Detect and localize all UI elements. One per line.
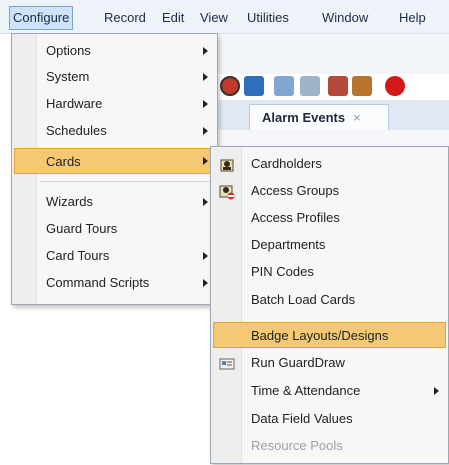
menu-item-schedules[interactable]: Schedules bbox=[14, 118, 215, 144]
submenu-arrow-icon bbox=[203, 279, 208, 287]
door-icon[interactable] bbox=[328, 76, 348, 96]
menu-item-pin-codes[interactable]: PIN Codes bbox=[213, 259, 446, 285]
tab-label: Alarm Events bbox=[262, 110, 346, 125]
menu-item-label: Batch Load Cards bbox=[251, 292, 356, 307]
menu-item-label: Data Field Values bbox=[251, 411, 353, 426]
guard-icon[interactable] bbox=[352, 76, 372, 96]
menu-item-guard-tours[interactable]: Guard Tours bbox=[14, 216, 215, 242]
menu-item-label: Wizards bbox=[46, 194, 93, 209]
menu-configure[interactable]: Configure bbox=[9, 6, 74, 30]
menu-item-hardware[interactable]: Hardware bbox=[14, 91, 215, 117]
cards-submenu: Cardholders Access Groups Access Profile… bbox=[210, 146, 449, 464]
menu-item-label: PIN Codes bbox=[251, 264, 314, 279]
menu-item-label: Access Groups bbox=[251, 183, 340, 198]
menu-view[interactable]: View bbox=[200, 9, 228, 27]
menu-item-label: Departments bbox=[251, 237, 326, 252]
menu-item-time-attendance[interactable]: Time & Attendance bbox=[213, 378, 446, 404]
menu-item-run-guarddraw[interactable]: Run GuardDraw bbox=[213, 350, 446, 376]
menu-item-command-scripts[interactable]: Command Scripts bbox=[14, 270, 215, 296]
tab-close-icon[interactable]: × bbox=[353, 110, 361, 125]
menu-bar: Configure Record Edit View Utilities Win… bbox=[0, 0, 449, 34]
menu-item-label: Access Profiles bbox=[251, 210, 340, 225]
menu-item-label: Schedules bbox=[46, 123, 107, 138]
submenu-arrow-icon bbox=[203, 198, 208, 206]
menu-item-cards[interactable]: Cards bbox=[14, 148, 215, 174]
clock-icon[interactable] bbox=[220, 76, 240, 96]
menu-utilities[interactable]: Utilities bbox=[247, 9, 289, 27]
menu-item-cardholders[interactable]: Cardholders bbox=[213, 151, 446, 177]
menu-item-label: Guard Tours bbox=[46, 221, 118, 236]
menu-item-options[interactable]: Options bbox=[14, 38, 215, 64]
menu-item-label: Time & Attendance bbox=[251, 383, 361, 398]
menu-item-badge-layouts[interactable]: Badge Layouts/Designs bbox=[213, 322, 446, 348]
menu-item-data-field-values[interactable]: Data Field Values bbox=[213, 406, 446, 432]
menu-item-label: Cards bbox=[46, 154, 81, 169]
submenu-arrow-icon bbox=[203, 127, 208, 135]
menu-item-system[interactable]: System bbox=[14, 64, 215, 90]
submenu-arrow-icon bbox=[203, 157, 208, 165]
submenu-arrow-icon bbox=[203, 47, 208, 55]
menu-item-label: Hardware bbox=[46, 96, 103, 111]
submenu-arrow-icon bbox=[203, 100, 208, 108]
submenu-arrow-icon bbox=[203, 252, 208, 260]
menu-item-card-tours[interactable]: Card Tours bbox=[14, 243, 215, 269]
report-icon[interactable] bbox=[274, 76, 294, 96]
menu-help[interactable]: Help bbox=[399, 9, 426, 27]
record-icon[interactable] bbox=[385, 76, 405, 96]
menu-item-resource-pools[interactable]: Resource Pools bbox=[213, 433, 446, 459]
grid-icon[interactable] bbox=[244, 76, 264, 96]
menu-item-batch-load-cards[interactable]: Batch Load Cards bbox=[213, 287, 446, 313]
cardholder-icon bbox=[219, 156, 235, 172]
submenu-arrow-icon bbox=[434, 387, 439, 395]
menu-item-departments[interactable]: Departments bbox=[213, 232, 446, 258]
menu-item-wizards[interactable]: Wizards bbox=[14, 189, 215, 215]
tab-alarm-events[interactable]: Alarm Events × bbox=[249, 104, 389, 130]
menu-item-label: Run GuardDraw bbox=[251, 355, 345, 370]
access-group-icon bbox=[219, 183, 235, 200]
menu-item-label: Card Tours bbox=[46, 248, 110, 263]
menu-edit[interactable]: Edit bbox=[162, 9, 184, 27]
menu-item-label: Command Scripts bbox=[46, 275, 150, 290]
pencil-icon[interactable] bbox=[300, 76, 320, 96]
menu-item-label: Resource Pools bbox=[251, 438, 343, 453]
menu-item-label: System bbox=[46, 69, 90, 84]
guarddraw-icon bbox=[219, 355, 235, 371]
submenu-arrow-icon bbox=[203, 73, 208, 81]
menu-window[interactable]: Window bbox=[322, 9, 368, 27]
menu-item-access-profiles[interactable]: Access Profiles bbox=[213, 205, 446, 231]
configure-menu: Options System Hardware Schedules Cards … bbox=[11, 33, 218, 305]
menu-item-access-groups[interactable]: Access Groups bbox=[213, 178, 446, 204]
toolbar bbox=[205, 34, 449, 74]
menu-separator bbox=[40, 181, 212, 182]
menu-item-label: Cardholders bbox=[251, 156, 322, 171]
menu-item-label: Badge Layouts/Designs bbox=[251, 328, 389, 343]
menu-record[interactable]: Record bbox=[104, 9, 146, 27]
menu-item-label: Options bbox=[46, 43, 91, 58]
